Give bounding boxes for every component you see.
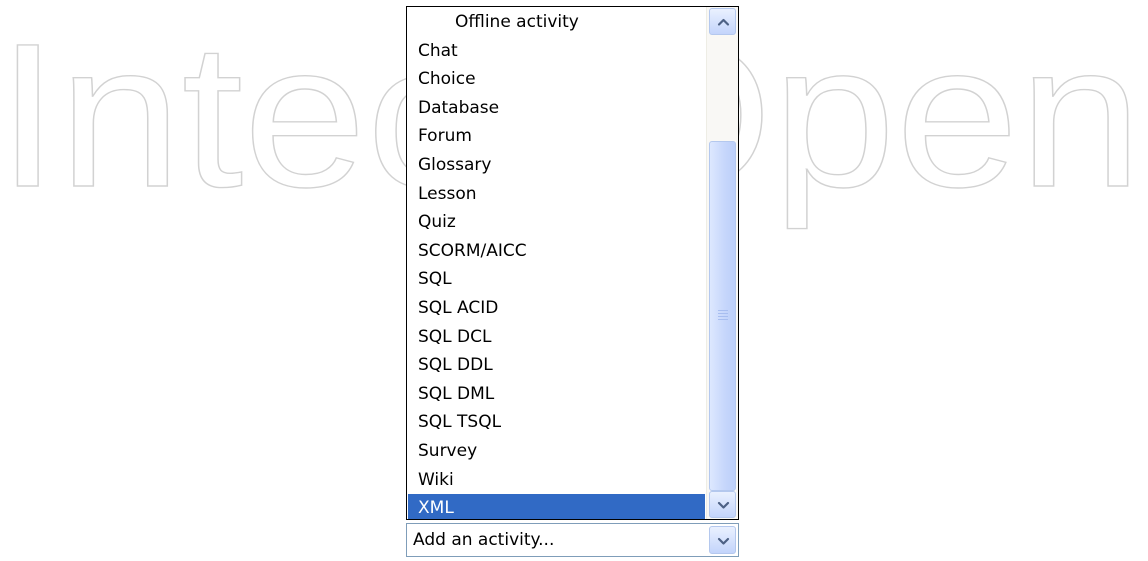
option-item[interactable]: SCORM/AICC [408,237,705,265]
vertical-scrollbar[interactable] [706,7,738,519]
options-list: Offline activity Chat Choice Database Forum G… [407,7,707,519]
chevron-down-icon [717,537,730,545]
option-item[interactable]: Database [408,94,705,122]
option-item[interactable]: SQL DCL [408,323,705,351]
select-value: Add an activity... [413,530,555,550]
option-item[interactable]: Forum [408,122,705,150]
option-item[interactable]: SQL [408,265,705,293]
add-activity-select[interactable]: Add an activity... [406,523,739,557]
option-item[interactable]: Quiz [408,208,705,236]
option-item[interactable]: SQL ACID [408,294,705,322]
activity-dropdown-list[interactable]: Offline activity Chat Choice Database Forum G… [406,6,739,520]
scroll-up-button[interactable] [709,8,736,35]
option-item[interactable]: Lesson [408,180,705,208]
grip-icon [718,310,728,322]
option-item[interactable]: SQL TSQL [408,408,705,436]
option-item[interactable]: XML [408,494,705,519]
option-item[interactable]: Wiki [408,466,705,494]
option-item[interactable]: Chat [408,37,705,65]
option-item[interactable]: SQL DDL [408,351,705,379]
scrollbar-thumb[interactable] [709,141,736,491]
chevron-up-icon [717,18,730,26]
option-item[interactable]: Glossary [408,151,705,179]
option-item[interactable]: Choice [408,65,705,93]
option-item[interactable]: Survey [408,437,705,465]
option-group-label: Offline activity [455,12,579,32]
scroll-down-button[interactable] [709,491,736,518]
chevron-down-icon [717,501,730,509]
option-item[interactable]: SQL DML [408,380,705,408]
select-arrow-button[interactable] [709,526,736,554]
